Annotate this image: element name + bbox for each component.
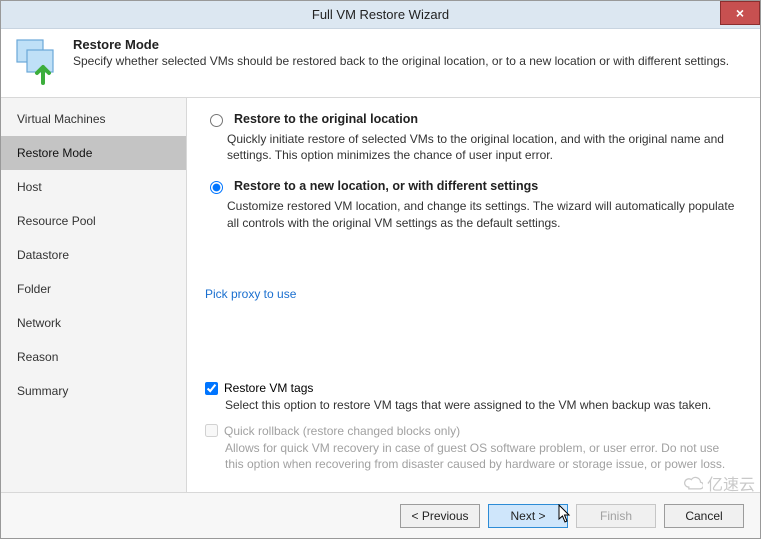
restore-tags-label: Restore VM tags	[224, 381, 313, 395]
close-button[interactable]: ×	[720, 1, 760, 25]
cancel-button[interactable]: Cancel	[664, 504, 744, 528]
restore-vm-icon	[13, 37, 61, 85]
sidebar-item-label: Virtual Machines	[17, 112, 106, 126]
sidebar-item-summary[interactable]: Summary	[1, 374, 186, 408]
sidebar-item-network[interactable]: Network	[1, 306, 186, 340]
quick-rollback-checkbox	[205, 424, 218, 437]
sidebar-item-label: Datastore	[17, 248, 69, 262]
quick-rollback-row: Quick rollback (restore changed blocks o…	[205, 424, 740, 438]
header-description: Specify whether selected VMs should be r…	[73, 54, 748, 68]
window-title: Full VM Restore Wizard	[312, 7, 449, 22]
wizard-steps-sidebar: Virtual Machines Restore Mode Host Resou…	[1, 98, 187, 492]
header-text: Restore Mode Specify whether selected VM…	[73, 37, 748, 68]
next-button[interactable]: Next >	[488, 504, 568, 528]
quick-rollback-label: Quick rollback (restore changed blocks o…	[224, 424, 460, 438]
radio-new-location[interactable]	[210, 181, 223, 194]
quick-rollback-description: Allows for quick VM recovery in case of …	[225, 440, 740, 472]
wizard-body: Virtual Machines Restore Mode Host Resou…	[1, 97, 760, 492]
title-bar: Full VM Restore Wizard ×	[1, 1, 760, 29]
sidebar-item-label: Host	[17, 180, 42, 194]
lower-options: Restore VM tags Select this option to re…	[205, 381, 740, 482]
radio-original-location[interactable]	[210, 114, 223, 127]
main-panel: Restore to the original location Quickly…	[187, 98, 760, 492]
sidebar-item-label: Reason	[17, 350, 58, 364]
sidebar-item-resource-pool[interactable]: Resource Pool	[1, 204, 186, 238]
option-new-location[interactable]: Restore to a new location, or with diffe…	[205, 179, 740, 194]
close-icon: ×	[736, 5, 744, 21]
radio-label: Restore to a new location, or with diffe…	[234, 179, 538, 193]
option-original-location[interactable]: Restore to the original location	[205, 112, 740, 127]
option-original-description: Quickly initiate restore of selected VMs…	[227, 131, 740, 163]
sidebar-item-label: Network	[17, 316, 61, 330]
restore-tags-row[interactable]: Restore VM tags	[205, 381, 740, 395]
sidebar-item-label: Resource Pool	[17, 214, 96, 228]
sidebar-item-folder[interactable]: Folder	[1, 272, 186, 306]
previous-button[interactable]: < Previous	[400, 504, 480, 528]
option-new-description: Customize restored VM location, and chan…	[227, 198, 740, 230]
finish-button: Finish	[576, 504, 656, 528]
sidebar-item-datastore[interactable]: Datastore	[1, 238, 186, 272]
restore-tags-checkbox[interactable]	[205, 382, 218, 395]
sidebar-item-host[interactable]: Host	[1, 170, 186, 204]
sidebar-item-label: Summary	[17, 384, 68, 398]
wizard-header: Restore Mode Specify whether selected VM…	[1, 29, 760, 97]
restore-tags-description: Select this option to restore VM tags th…	[225, 397, 740, 413]
header-title: Restore Mode	[73, 37, 748, 52]
sidebar-item-restore-mode[interactable]: Restore Mode	[1, 136, 186, 170]
sidebar-item-reason[interactable]: Reason	[1, 340, 186, 374]
sidebar-item-label: Restore Mode	[17, 146, 92, 160]
sidebar-item-virtual-machines[interactable]: Virtual Machines	[1, 102, 186, 136]
sidebar-item-label: Folder	[17, 282, 51, 296]
radio-label: Restore to the original location	[234, 112, 418, 126]
wizard-footer: < Previous Next > Finish Cancel	[1, 492, 760, 538]
pick-proxy-link[interactable]: Pick proxy to use	[205, 287, 296, 301]
